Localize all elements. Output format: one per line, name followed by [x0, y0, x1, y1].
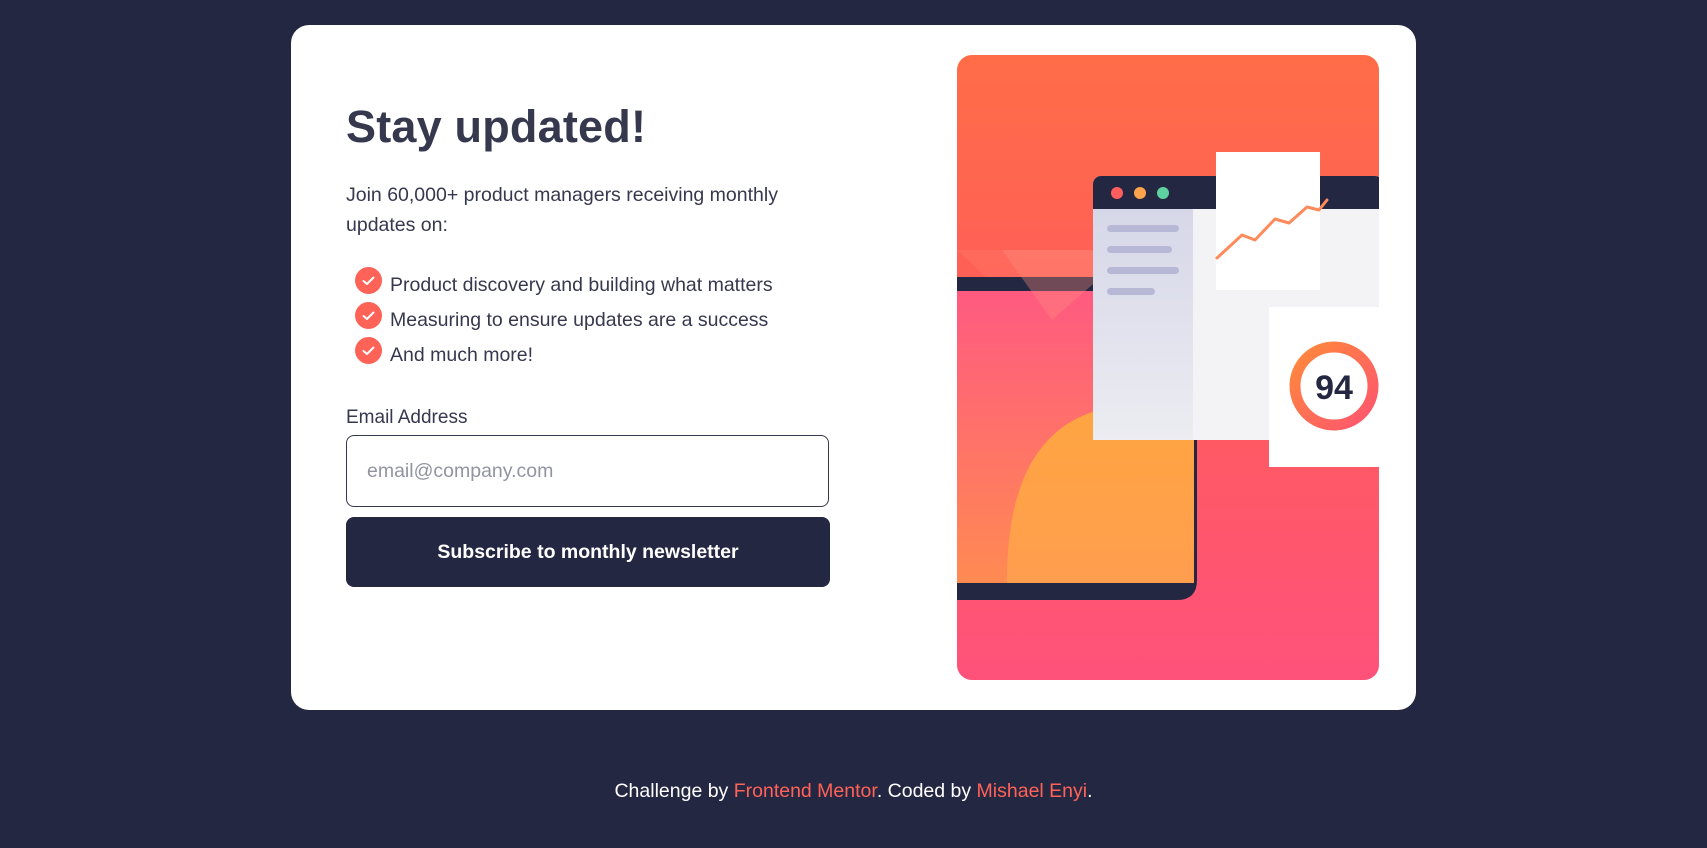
hero-illustration: 94 — [957, 55, 1379, 680]
check-icon — [355, 337, 382, 364]
score-label: 94 — [1315, 369, 1353, 407]
newsletter-card: Stay updated! Join 60,000+ product manag… — [291, 25, 1416, 710]
page-title: Stay updated! — [346, 101, 647, 152]
intro-text: Join 60,000+ product managers receiving … — [346, 184, 778, 236]
author-link[interactable]: Mishael Enyi — [977, 780, 1088, 802]
subscribe-button[interactable]: Subscribe to monthly newsletter — [346, 517, 830, 587]
email-label: Email Address — [346, 407, 468, 428]
feature-list: Product discovery and building what matt… — [355, 264, 773, 369]
feature-item: Product discovery and building what matt… — [355, 264, 773, 299]
check-icon — [355, 302, 382, 329]
footer-suffix: . — [1087, 780, 1093, 802]
check-icon — [355, 267, 382, 294]
feature-label: And much more! — [390, 344, 534, 366]
feature-label: Measuring to ensure updates are a succes… — [390, 309, 769, 331]
frontend-mentor-link[interactable]: Frontend Mentor — [734, 780, 877, 802]
feature-item: Measuring to ensure updates are a succes… — [355, 299, 773, 334]
footer-middle: . Coded by — [876, 780, 977, 802]
feature-item: And much more! — [355, 334, 773, 369]
email-field[interactable] — [346, 435, 829, 507]
attribution-footer: Challenge by Frontend Mentor. Coded by M… — [0, 780, 1707, 803]
footer-prefix: Challenge by — [614, 780, 734, 802]
feature-label: Product discovery and building what matt… — [390, 274, 773, 296]
